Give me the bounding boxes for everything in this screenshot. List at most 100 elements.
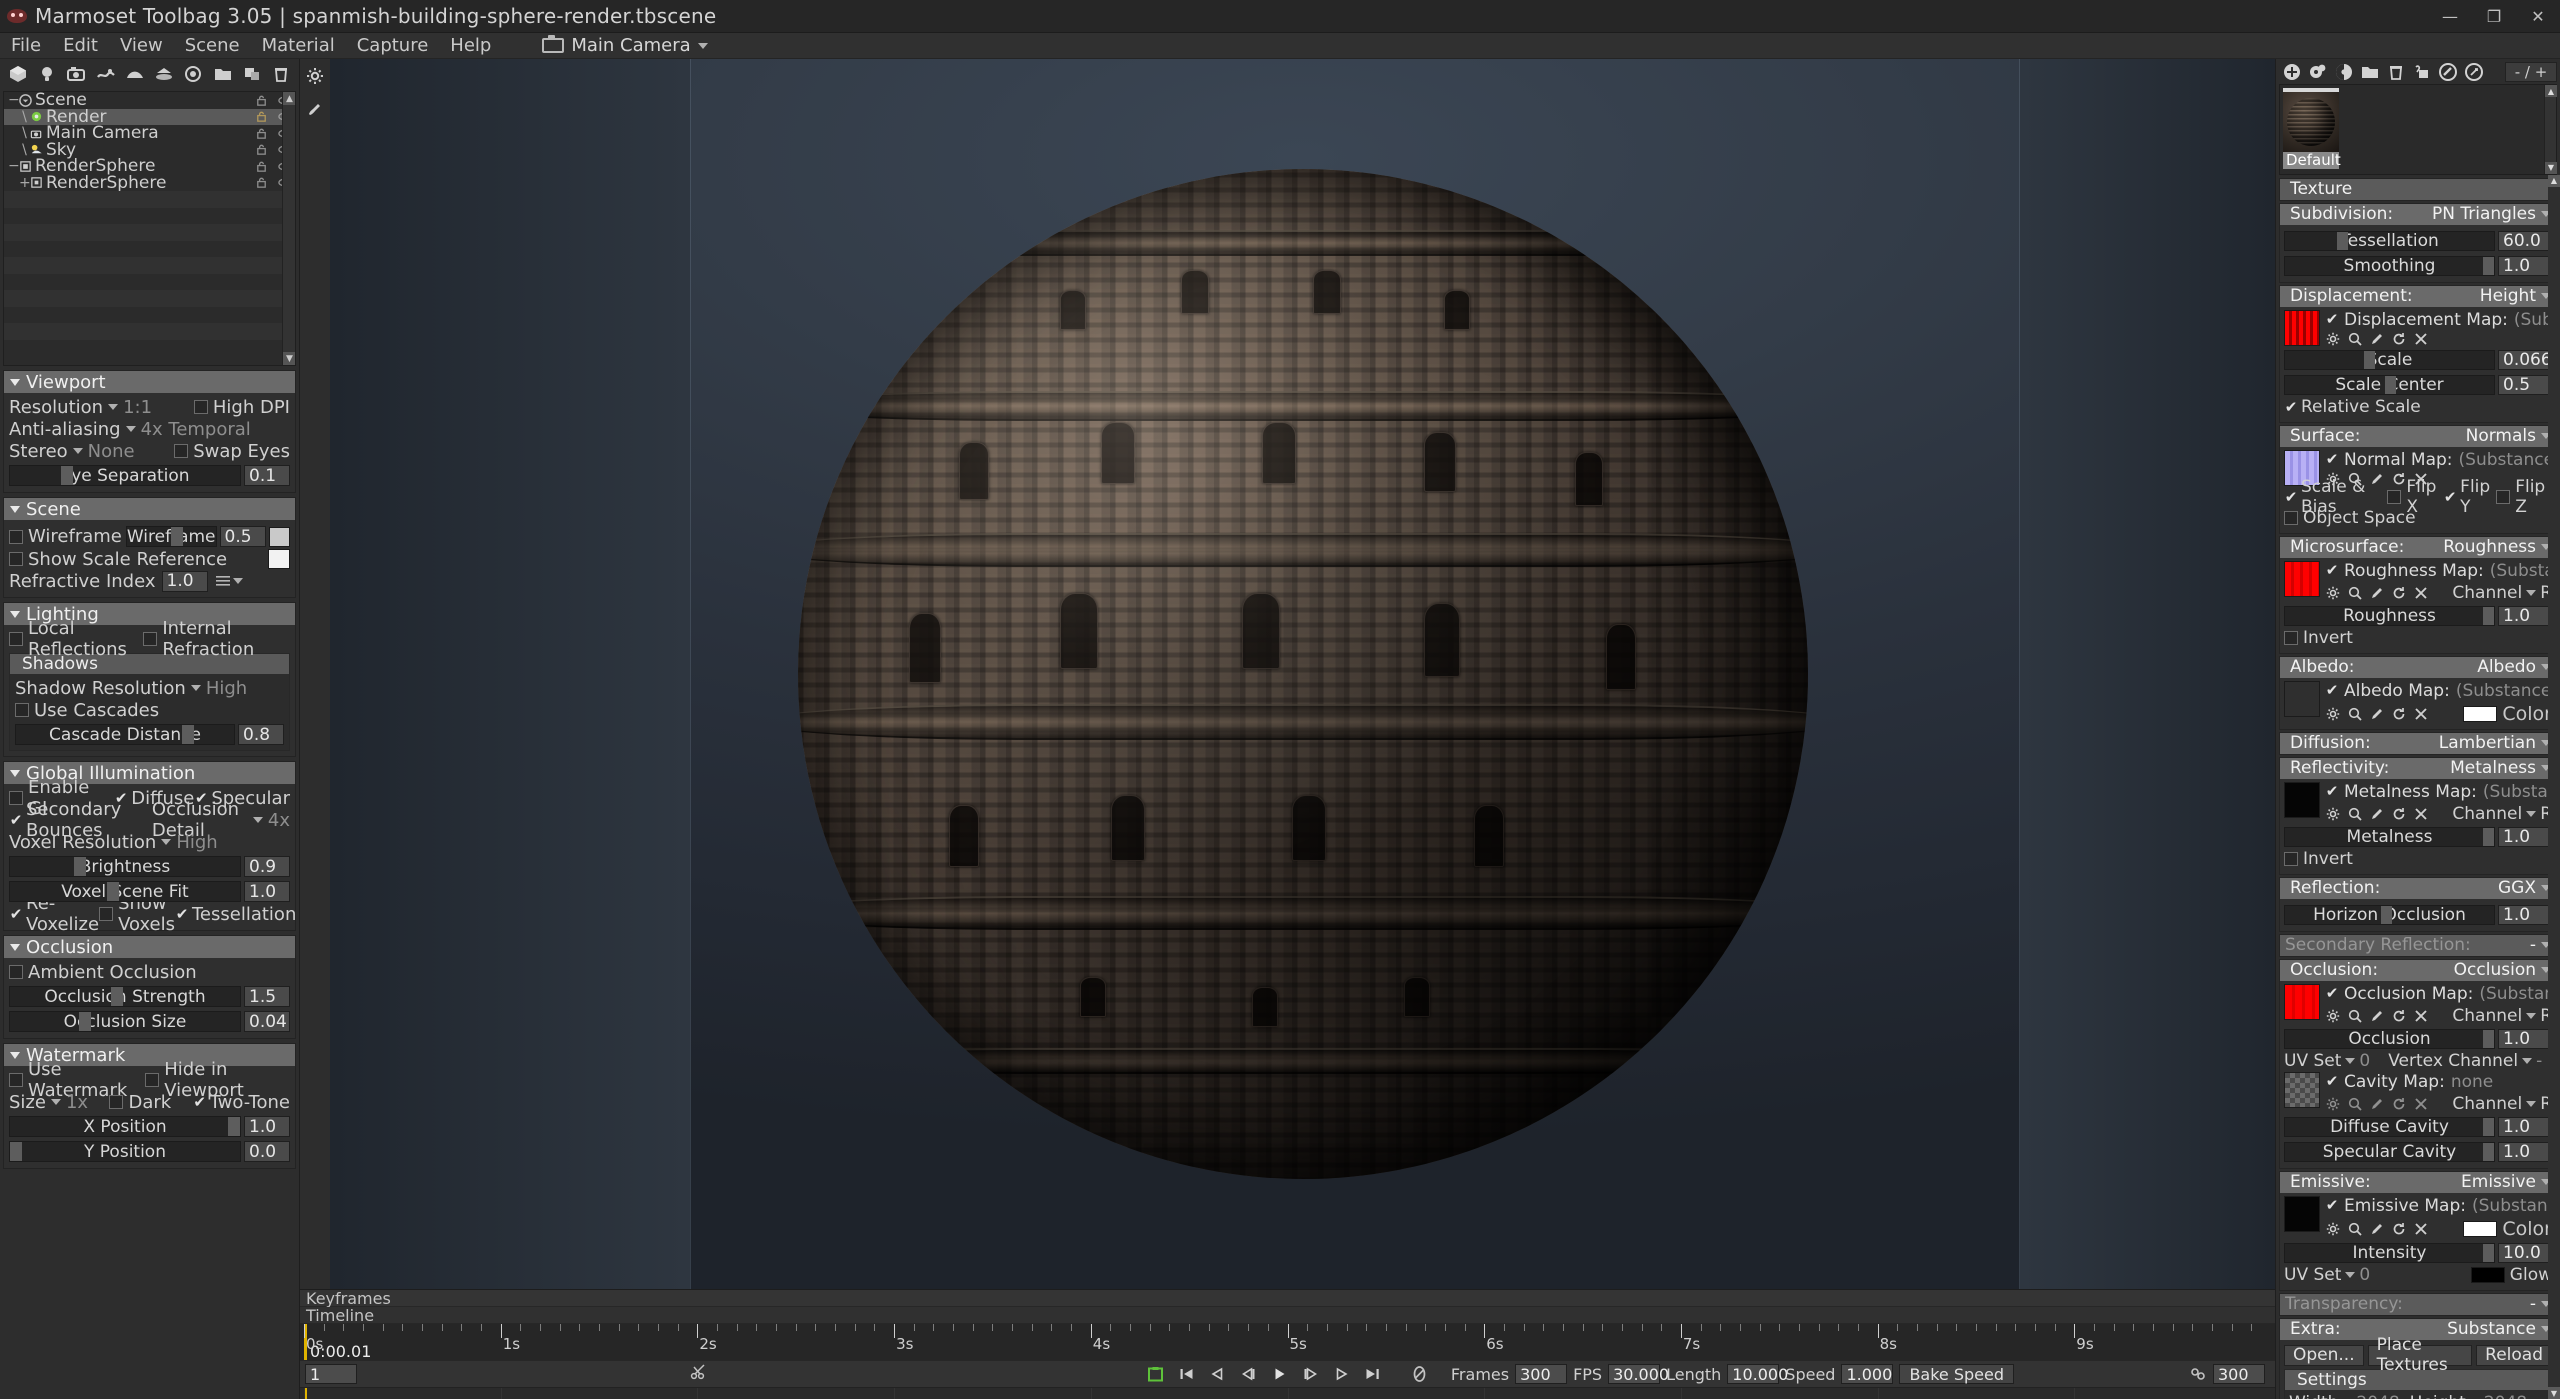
menu-capture[interactable]: Capture <box>346 33 440 59</box>
slider-knob[interactable] <box>60 466 73 485</box>
slider-knob[interactable] <box>171 527 184 546</box>
reload-icon[interactable] <box>2391 585 2406 600</box>
lock-icon[interactable] <box>255 143 268 156</box>
scroll-up-icon[interactable]: ▲ <box>283 92 295 105</box>
go-to-start-button[interactable] <box>1178 1366 1195 1383</box>
gear-icon[interactable] <box>2325 332 2340 347</box>
diffusion-mode-dropdown[interactable]: Lambertian <box>2439 733 2551 753</box>
albedo-mode-dropdown[interactable]: Albedo <box>2477 657 2551 677</box>
wireframe-color-swatch[interactable] <box>268 526 290 547</box>
material-browser-scrollbar[interactable]: ▲ ▼ <box>2544 85 2557 174</box>
timeline-ruler[interactable]: 0:00.01 0s 1s 2s 3s 4s 5s 6s 7s 8s 9s <box>300 1324 2275 1360</box>
occlusion-map-thumbnail[interactable] <box>2284 983 2320 1020</box>
close-icon[interactable] <box>2413 1096 2428 1111</box>
msection-header-diffusion[interactable]: Diffusion: Lambertian <box>2280 732 2556 754</box>
metalness-value[interactable]: 1.0 <box>2498 827 2552 848</box>
camera-selector[interactable]: Main Camera <box>542 35 708 56</box>
height-dropdown[interactable]: Height 2048 <box>2410 1393 2527 1399</box>
msection-header-emissive[interactable]: Emissive: Emissive <box>2280 1171 2556 1193</box>
flip-x-checkbox[interactable]: Flip X <box>2387 477 2443 517</box>
link-icon[interactable] <box>2190 1367 2207 1381</box>
msection-header-microsurface[interactable]: Microsurface: Roughness <box>2280 536 2556 558</box>
occlusion-map-title[interactable]: ✔ Occlusion Map: (Substance) <box>2325 984 2560 1004</box>
cascade-distance-slider[interactable]: Cascade Distance <box>15 724 235 745</box>
material-browser[interactable]: Default ▲ ▼ <box>2279 84 2557 175</box>
3d-viewport[interactable] <box>330 59 2275 1289</box>
reload-icon[interactable] <box>2391 332 2406 347</box>
local-reflections-checkbox[interactable]: Local Reflections <box>9 618 143 660</box>
expander-icon[interactable]: + <box>19 176 31 190</box>
msection-header-reflectivity[interactable]: Reflectivity: Metalness <box>2280 757 2556 779</box>
add-mesh-button[interactable] <box>4 61 31 87</box>
tessellation-slider[interactable]: Tessellation <box>2284 231 2495 252</box>
albedo-color-swatch[interactable] <box>2463 705 2498 722</box>
delete-icon[interactable] <box>268 61 295 87</box>
displacement-map-thumbnail[interactable] <box>2284 309 2320 346</box>
ambient-occlusion-checkbox[interactable]: Ambient Occlusion <box>9 961 290 983</box>
refractive-index-value[interactable]: 1.0 <box>161 570 208 592</box>
width-dropdown[interactable]: Width 2048 <box>2289 1393 2400 1399</box>
slider-knob[interactable] <box>2381 906 2393 925</box>
expander-icon[interactable]: − <box>8 93 20 107</box>
msection-header-occlusion[interactable]: Occlusion: Occlusion <box>2280 959 2556 981</box>
uv-set-dropdown[interactable]: UV Set 0 <box>2284 1051 2370 1072</box>
gear-icon[interactable] <box>2325 585 2340 600</box>
assign-material-icon[interactable] <box>2409 60 2434 84</box>
watermark-size-dropdown[interactable]: Size 1x <box>9 1091 88 1113</box>
add-subdivision-button[interactable] <box>180 61 207 87</box>
search-icon[interactable] <box>2347 806 2362 821</box>
reload-icon[interactable] <box>2391 1096 2406 1111</box>
slider-knob[interactable] <box>2483 607 2494 626</box>
slider-knob[interactable] <box>181 725 194 744</box>
add-light-button[interactable] <box>33 61 60 87</box>
tessellation-value[interactable]: 60.0 <box>2498 231 2552 252</box>
emissive-color-swatch[interactable] <box>2463 1220 2498 1237</box>
metalness-map-thumbnail[interactable] <box>2284 781 2320 818</box>
menu-file[interactable]: File <box>0 33 52 59</box>
reload-icon[interactable] <box>2391 1008 2406 1023</box>
slider-knob[interactable] <box>2385 376 2397 395</box>
msection-header-transparency[interactable]: Transparency: - <box>2280 1293 2556 1315</box>
add-fog-button[interactable] <box>92 61 119 87</box>
edit-pencil-icon[interactable] <box>2369 585 2384 600</box>
reflectivity-mode-dropdown[interactable]: Metalness <box>2450 758 2551 778</box>
scroll-up-icon[interactable]: ▲ <box>2548 174 2560 187</box>
microsurface-mode-dropdown[interactable]: Roughness <box>2443 537 2551 557</box>
occlusion-channel-dropdown[interactable]: Channel R <box>2452 1006 2552 1026</box>
open-button[interactable]: Open... <box>2284 1344 2364 1366</box>
albedo-map-thumbnail[interactable] <box>2284 680 2320 717</box>
show-scale-reference-checkbox[interactable]: Show Scale Reference <box>9 548 227 570</box>
add-camera-button[interactable] <box>63 61 90 87</box>
scale-reference-color-swatch[interactable] <box>268 549 290 569</box>
glow-color-swatch[interactable] <box>2470 1267 2505 1284</box>
edit-pencil-icon[interactable] <box>2369 1221 2384 1236</box>
slider-knob[interactable] <box>2483 257 2494 276</box>
close-icon[interactable] <box>2413 1221 2428 1236</box>
reflection-mode-dropdown[interactable]: GGX <box>2498 878 2551 898</box>
msection-header-surface[interactable]: Surface: Normals <box>2280 425 2556 447</box>
edit-pencil-icon[interactable] <box>2369 1008 2384 1023</box>
diffuse-cavity-value[interactable]: 1.0 <box>2498 1117 2552 1138</box>
keyframe-mode-icon[interactable] <box>1411 1366 1428 1383</box>
hide-in-viewport-checkbox[interactable]: Hide in Viewport <box>145 1059 290 1101</box>
brush-icon[interactable] <box>301 95 329 121</box>
duplicate-material-icon[interactable] <box>2305 60 2330 84</box>
emissive-map-thumbnail[interactable] <box>2284 1195 2320 1232</box>
intensity-value[interactable]: 10.0 <box>2498 1243 2552 1264</box>
normal-map-title[interactable]: ✔ Normal Map: (Substance) <box>2325 450 2560 470</box>
slider-knob[interactable] <box>74 857 87 876</box>
show-voxels-checkbox[interactable]: Show Voxels <box>99 893 175 935</box>
slider-knob[interactable] <box>228 1117 240 1136</box>
reload-icon[interactable] <box>2391 1221 2406 1236</box>
gear-icon[interactable] <box>2325 1221 2340 1236</box>
roughness-invert-checkbox[interactable]: Invert <box>2284 628 2552 649</box>
edit-pencil-icon[interactable] <box>2369 706 2384 721</box>
roughness-channel-dropdown[interactable]: Channel R <box>2452 583 2552 603</box>
search-icon[interactable] <box>2347 1221 2362 1236</box>
internal-refraction-checkbox[interactable]: Internal Refraction <box>143 618 290 660</box>
roughness-value[interactable]: 1.0 <box>2498 606 2552 627</box>
close-icon[interactable] <box>2413 706 2428 721</box>
slider-knob[interactable] <box>2337 232 2349 251</box>
displacement-scale-value[interactable]: 0.066 <box>2498 350 2552 371</box>
gear-icon[interactable] <box>2325 1096 2340 1111</box>
